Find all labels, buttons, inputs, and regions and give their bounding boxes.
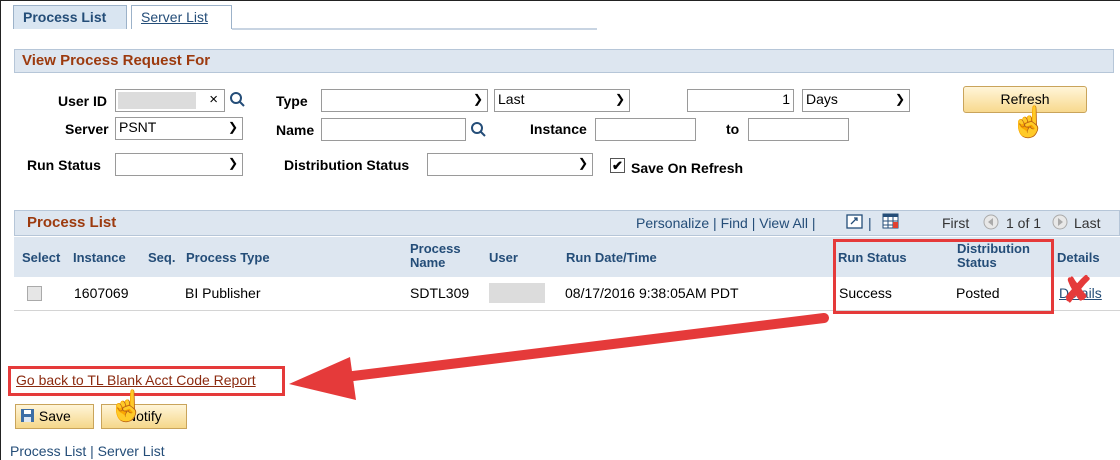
last-label: Last [1074, 215, 1101, 231]
server-select-value: PSNT [119, 119, 157, 135]
cell-process-type: BI Publisher [185, 285, 261, 301]
distribution-status-select[interactable]: ❯ [427, 153, 593, 176]
col-details: Details [1057, 250, 1100, 265]
server-select[interactable]: PSNT ❯ [115, 117, 243, 140]
run-status-select[interactable]: ❯ [115, 153, 243, 176]
chevron-down-icon: ❯ [227, 120, 238, 134]
first-label: First [942, 215, 970, 231]
tab-server-list[interactable]: Server List [131, 5, 232, 29]
save-button-label: Save [38, 408, 71, 424]
download-grid-icon[interactable] [882, 213, 900, 230]
col-instance: Instance [73, 250, 126, 265]
back-to-report-link[interactable]: Go back to TL Blank Acct Code Report [16, 372, 256, 388]
instance-from-input[interactable] [595, 118, 696, 141]
type-label: Type [276, 93, 308, 109]
col-process-type[interactable]: Process Type [186, 251, 270, 265]
highlight-status-box [833, 239, 1054, 314]
nav-separator: | [811, 215, 816, 231]
count-input-value: 1 [782, 91, 790, 107]
bottom-process-list-link[interactable]: Process List [10, 443, 86, 459]
distribution-status-label: Distribution Status [284, 157, 410, 173]
cell-user-redacted [489, 283, 545, 303]
tab-process-list[interactable]: Process List [13, 5, 127, 29]
unit-select-value: Days [806, 91, 838, 107]
find-link[interactable]: Find [721, 215, 748, 231]
nav-separator: | [868, 215, 872, 231]
user-id-label: User ID [58, 93, 108, 109]
col-select: Select [22, 250, 61, 265]
search-icon[interactable] [470, 121, 487, 139]
hand-cursor-icon: ☝ [108, 390, 146, 423]
personalize-link[interactable]: Personalize [636, 215, 709, 231]
period-select[interactable]: Last ❯ [494, 89, 630, 112]
save-icon [21, 409, 34, 422]
section-header: View Process Request For [14, 49, 1114, 73]
instance-label: Instance [530, 121, 587, 137]
zoom-icon[interactable] [846, 214, 864, 230]
chevron-down-icon: ❯ [577, 156, 588, 170]
to-label: to [726, 121, 740, 137]
period-select-value: Last [498, 91, 525, 107]
count-input[interactable]: 1 [687, 89, 794, 112]
tab-process-list-label: Process List [23, 9, 107, 25]
save-on-refresh-checkbox[interactable]: ✔ [610, 158, 625, 173]
save-on-refresh-label: Save On Refresh [631, 160, 744, 176]
type-select[interactable]: ❯ [321, 89, 488, 112]
refresh-button-label: Refresh [1000, 91, 1050, 107]
unit-select[interactable]: Days ❯ [802, 89, 910, 112]
arrow-head [289, 357, 356, 400]
chevron-down-icon: ❯ [227, 156, 238, 170]
section-title: View Process Request For [22, 52, 211, 69]
search-icon[interactable] [229, 91, 246, 109]
frame-border-left [0, 0, 1, 460]
arrow-shaft [340, 313, 829, 382]
red-x-icon: ✘ [1062, 269, 1093, 310]
cell-process-name: SDTL309 [410, 285, 470, 301]
server-label: Server [65, 121, 109, 137]
grid-navigation: Personalize | Find | View All | [636, 215, 816, 231]
page-info: 1 of 1 [1006, 215, 1042, 231]
tab-server-list-label: Server List [141, 9, 208, 25]
chevron-down-icon: ❯ [894, 92, 905, 106]
name-label: Name [276, 122, 315, 138]
col-run-datetime[interactable]: Run Date/Time [566, 251, 657, 265]
grid-title: Process List [27, 214, 117, 231]
previous-icon[interactable] [983, 214, 999, 230]
hand-cursor-icon: ☝ [1010, 106, 1048, 139]
bottom-links: Process List | Server List [10, 443, 165, 459]
chevron-down-icon: ❯ [472, 92, 483, 106]
nav-separator: | [713, 215, 717, 231]
col-seq: Seq. [148, 250, 176, 265]
user-id-input[interactable]: × [115, 89, 225, 112]
bottom-separator: | [90, 443, 94, 459]
run-status-label: Run Status [27, 157, 101, 173]
user-id-redacted [118, 92, 196, 109]
view-all-link[interactable]: View All [759, 215, 808, 231]
nav-separator: | [751, 215, 756, 231]
tab-underline [232, 28, 597, 30]
col-process-name[interactable]: Process Name [410, 242, 470, 270]
save-button[interactable]: Save [15, 404, 94, 429]
next-icon[interactable] [1052, 214, 1068, 230]
instance-to-input[interactable] [748, 118, 849, 141]
name-input[interactable] [321, 118, 466, 141]
chevron-down-icon: ❯ [614, 92, 625, 106]
bottom-server-list-link[interactable]: Server List [98, 443, 165, 459]
row-select-checkbox[interactable] [27, 286, 42, 301]
frame-border-top [0, 0, 1120, 1]
cell-run-datetime: 08/17/2016 9:38:05AM PDT [565, 285, 739, 301]
clear-icon[interactable]: × [209, 91, 218, 108]
col-user[interactable]: User [489, 251, 518, 265]
cell-instance: 1607069 [74, 285, 129, 301]
